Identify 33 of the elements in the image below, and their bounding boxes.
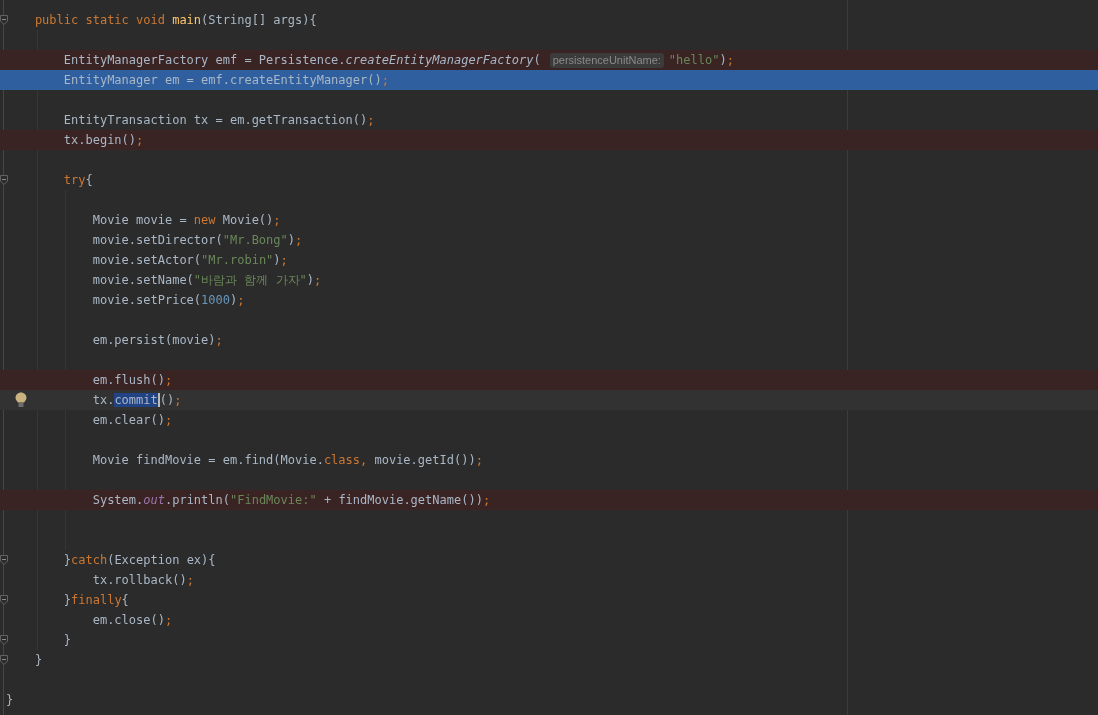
code-text: EntityManagerFactory emf = Persistence.createEntityManagerFactory(	[62, 53, 541, 67]
code-text: em.persist(movie);	[91, 333, 223, 347]
lightbulb-icon[interactable]	[15, 392, 27, 407]
code-text: Movie findMovie = em.find(Movie.class, movie.getId());	[91, 453, 483, 467]
parameter-hint: persistenceUnitName:	[549, 52, 664, 68]
code-text: em.close();	[91, 613, 173, 627]
code-text: tx.commit ();	[91, 393, 182, 407]
code-text: movie.setName("바람과 함께 가자");	[91, 271, 322, 289]
fold-marker-icon[interactable]	[0, 15, 8, 25]
code-text: Movie movie = new Movie();	[91, 213, 281, 227]
code-text: movie.setPrice(1000);	[91, 293, 245, 307]
code-text: em.flush();	[91, 373, 173, 387]
code-text: try{	[62, 173, 93, 187]
code-text: }	[62, 633, 72, 647]
fold-marker-icon[interactable]	[0, 555, 8, 565]
code-text: em.clear();	[91, 413, 173, 427]
code-text: }	[33, 653, 43, 667]
code-text: movie.setDirector("Mr.Bong");	[91, 233, 303, 247]
code-text: public static void main(String[] args){	[33, 13, 317, 27]
fold-marker-icon[interactable]	[0, 595, 8, 605]
fold-marker-icon[interactable]	[0, 635, 8, 645]
code-text: }catch(Exception ex){	[62, 553, 216, 567]
code-text: "hello");	[668, 53, 734, 67]
fold-marker-icon[interactable]	[0, 655, 8, 665]
fold-marker-icon[interactable]	[0, 175, 8, 185]
code-text: EntityManager em = emf.createEntityManager();	[62, 73, 389, 87]
code-text: }finally{	[62, 593, 129, 607]
code-text: System.out.println("FindMovie:" + findMovie.getName());	[91, 493, 491, 507]
code-text: }	[6, 693, 14, 707]
code-text: movie.setActor("Mr.robin");	[91, 253, 288, 267]
code-text: EntityTransaction tx = em.getTransaction();	[62, 113, 375, 127]
code-text: tx.rollback();	[91, 573, 194, 587]
code-text: tx.begin();	[62, 133, 144, 147]
